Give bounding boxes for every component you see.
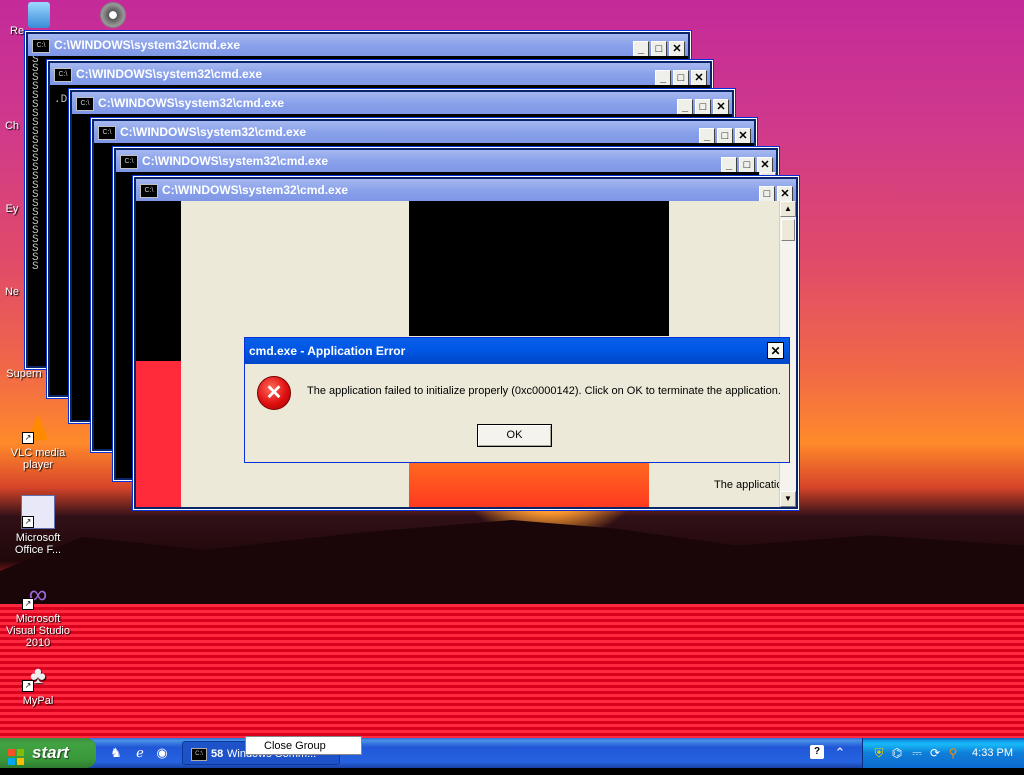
desktop-icon-ey[interactable]: Ey: [0, 203, 24, 215]
system-tray: ⛨ ⌬ ⎓ ⟳ ⚲ 4:33 PM: [862, 738, 1024, 768]
minimize-button[interactable]: _: [677, 99, 693, 115]
close-button[interactable]: ✕: [757, 157, 773, 173]
cmd-window-titlebar[interactable]: C:\ C:\WINDOWS\system32\cmd.exe _ □ ✕: [72, 92, 732, 115]
transparent-region: [136, 361, 181, 507]
cmd-icon: C:\: [98, 126, 116, 140]
recycle-bin-icon: [28, 2, 50, 28]
maximize-button[interactable]: □: [759, 186, 775, 202]
help-icon[interactable]: ?: [810, 745, 824, 759]
cmd-window-titlebar[interactable]: C:\ C:\WINDOWS\system32\cmd.exe _ □ ✕: [94, 121, 754, 144]
console-region: [136, 201, 181, 361]
dialog-close-button[interactable]: ✕: [767, 342, 784, 359]
desktop-icon-media[interactable]: [78, 2, 138, 31]
ok-button[interactable]: OK: [477, 424, 552, 447]
maximize-button[interactable]: □: [651, 41, 667, 57]
maximize-button[interactable]: □: [695, 99, 711, 115]
search-icon[interactable]: ⚲: [945, 745, 961, 761]
windows-flag-icon: [8, 745, 24, 765]
cmd-window-titlebar[interactable]: C:\ C:\WINDOWS\system32\cmd.exe _ □ ✕: [50, 63, 710, 86]
cmd-icon: C:\: [120, 155, 138, 169]
cmd-icon: C:\: [140, 184, 158, 198]
error-icon: ✕: [257, 376, 291, 410]
network-icon[interactable]: ⌬: [889, 745, 905, 761]
mountain-silhouette: [0, 520, 1024, 605]
cmd-icon: C:\: [54, 68, 72, 82]
dialog-title: cmd.exe - Application Error: [249, 344, 406, 358]
close-button[interactable]: ✕: [777, 186, 793, 202]
cable-icon[interactable]: ⎓: [909, 745, 925, 761]
shortcut-arrow-icon: ↗: [22, 680, 34, 692]
quicklaunch-game-icon[interactable]: ♞: [108, 745, 124, 761]
vlc-cone-icon: ↗: [22, 412, 54, 444]
scroll-down-button[interactable]: ▼: [780, 491, 796, 507]
scroll-up-button[interactable]: ▲: [780, 201, 796, 217]
background-text: The applicatic: [714, 479, 782, 491]
sync-icon[interactable]: ⟳: [927, 745, 943, 761]
film-reel-icon: [100, 2, 126, 28]
desktop-icon-visual-studio[interactable]: ∞ ↗ Microsoft Visual Studio 2010: [0, 578, 76, 649]
cmd-window-titlebar[interactable]: C:\ C:\WINDOWS\system32\cmd.exe _ □ ✕: [28, 34, 688, 57]
maximize-button[interactable]: □: [739, 157, 755, 173]
scroll-thumb[interactable]: [781, 219, 795, 241]
desktop-icon-mypal[interactable]: ♣ ↗ MyPal: [0, 660, 76, 707]
clock[interactable]: 4:33 PM: [972, 738, 1013, 768]
close-group-menu-item[interactable]: Close Group: [264, 737, 326, 755]
desktop-icon-ne[interactable]: Ne: [0, 286, 24, 298]
dialog-titlebar[interactable]: cmd.exe - Application Error ✕: [245, 338, 789, 364]
application-error-dialog[interactable]: cmd.exe - Application Error ✕ ✕ The appl…: [244, 337, 790, 463]
cmd-icon: C:\: [32, 39, 50, 53]
shortcut-arrow-icon: ↗: [22, 432, 34, 444]
chevron-up-icon[interactable]: ⌃: [832, 745, 848, 761]
transparent-region: [409, 461, 649, 507]
minimize-button[interactable]: _: [633, 41, 649, 57]
close-button[interactable]: ✕: [691, 70, 707, 86]
quicklaunch-ie-icon[interactable]: ℯ: [132, 745, 148, 761]
close-button[interactable]: ✕: [735, 128, 751, 144]
shortcut-arrow-icon: ↗: [22, 598, 34, 610]
taskbar: start ♞ ℯ ◉ C:\ 58 Windows Comm... ? ⌃ ⛨…: [0, 738, 1024, 768]
minimize-button[interactable]: _: [721, 157, 737, 173]
visual-studio-infinity-icon: ∞ ↗: [22, 578, 54, 610]
office-document-icon: ↗: [21, 495, 55, 529]
close-button[interactable]: ✕: [669, 41, 685, 57]
quicklaunch-media-player-icon[interactable]: ◉: [154, 745, 170, 761]
minimize-button[interactable]: _: [699, 128, 715, 144]
maximize-button[interactable]: □: [717, 128, 733, 144]
cmd-window-titlebar[interactable]: C:\ C:\WINDOWS\system32\cmd.exe □ ✕: [136, 179, 796, 202]
cmd-window-titlebar[interactable]: C:\ C:\WINDOWS\system32\cmd.exe _ □ ✕: [116, 150, 776, 173]
shortcut-arrow-icon: ↗: [22, 516, 34, 528]
desktop: Re Ch Ey Ne Supern ↗ VLC media player ↗ …: [0, 0, 1024, 738]
cmd-icon: C:\: [191, 748, 207, 761]
mypal-icon: ♣ ↗: [22, 660, 54, 692]
maximize-button[interactable]: □: [673, 70, 689, 86]
taskbar-context-menu[interactable]: Close Group: [245, 736, 362, 755]
desktop-icon-office[interactable]: ↗ Microsoft Office F...: [0, 495, 76, 556]
console-region: [409, 201, 669, 336]
dialog-message: The application failed to initialize pro…: [307, 385, 781, 397]
water-reflection: [0, 604, 1024, 738]
security-shield-icon[interactable]: ⛨: [871, 745, 887, 761]
cmd-icon: C:\: [76, 97, 94, 111]
close-button[interactable]: ✕: [713, 99, 729, 115]
desktop-icon-ch[interactable]: Ch: [0, 120, 24, 132]
start-button[interactable]: start: [0, 738, 96, 768]
minimize-button[interactable]: _: [655, 70, 671, 86]
desktop-icon-vlc[interactable]: ↗ VLC media player: [0, 412, 76, 471]
